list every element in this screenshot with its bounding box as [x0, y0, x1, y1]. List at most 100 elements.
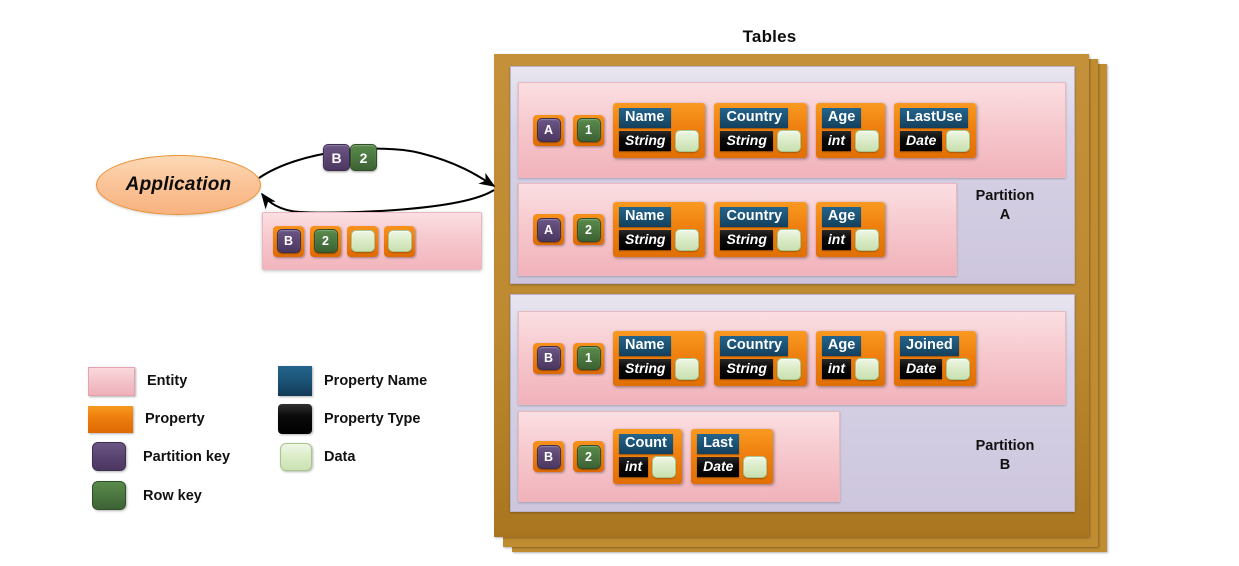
- property-type: String: [720, 230, 773, 250]
- request-partition-key-chip: B: [323, 144, 350, 171]
- data-cell[interactable]: [776, 129, 801, 152]
- data-cell[interactable]: [675, 229, 700, 251]
- legend: Entity Property Name Property Property T…: [88, 366, 488, 516]
- property-swatch-icon: [88, 405, 133, 433]
- property-box[interactable]: Count int: [613, 429, 683, 484]
- partition-b-label-line1: Partition: [975, 438, 1035, 454]
- returned-partition-key-chip: B: [276, 229, 301, 253]
- row-key-cell[interactable]: 2: [573, 441, 604, 472]
- data-cell[interactable]: [652, 456, 677, 478]
- property-name: Name: [619, 207, 671, 227]
- property-type: int: [821, 358, 852, 379]
- request-key-pair[interactable]: B 2: [323, 144, 377, 171]
- application-node[interactable]: Application: [96, 155, 261, 215]
- legend-item: Row key: [88, 481, 278, 510]
- property-name: Name: [619, 335, 671, 356]
- legend-label: Row key: [143, 487, 202, 504]
- legend-row: Partition key Data: [88, 442, 488, 471]
- request-row-key-chip: 2: [350, 144, 377, 171]
- row-key-cell[interactable]: 1: [573, 342, 604, 374]
- property-type-swatch-icon: [278, 404, 312, 434]
- data-cell[interactable]: [776, 229, 801, 251]
- property-box[interactable]: Joined Date: [894, 330, 977, 386]
- entity-swatch-icon: [88, 366, 135, 396]
- property-type: Date: [900, 130, 943, 151]
- returned-data-cell[interactable]: [347, 225, 378, 257]
- partition-key-swatch-icon: [92, 442, 126, 471]
- property-name: Country: [720, 107, 789, 128]
- data-cell: [350, 230, 375, 252]
- property-box[interactable]: Country String: [714, 330, 807, 386]
- entity-row[interactable]: A 1 Name String Country String Age int L…: [518, 82, 1066, 178]
- data-cell[interactable]: [675, 357, 700, 380]
- data-cell[interactable]: [855, 357, 880, 380]
- property-type: int: [821, 130, 852, 151]
- property-name: Age: [821, 107, 862, 128]
- property-box[interactable]: Name String: [613, 202, 706, 257]
- row-key-chip: 2: [576, 444, 601, 469]
- property-name: Joined: [900, 335, 959, 356]
- property-type: String: [619, 358, 672, 379]
- partition-key-cell[interactable]: B: [533, 441, 564, 472]
- property-box[interactable]: Age int: [815, 202, 886, 257]
- data-cell[interactable]: [855, 229, 880, 251]
- property-type: String: [619, 230, 672, 250]
- returned-entity-row[interactable]: B 2: [262, 212, 482, 270]
- legend-row: Row key: [88, 481, 488, 510]
- partition-key-chip: B: [536, 346, 561, 370]
- property-name: Country: [720, 335, 789, 356]
- property-box[interactable]: Name String: [613, 330, 706, 386]
- data-swatch-icon: [280, 442, 312, 471]
- property-name-swatch-icon: [278, 366, 312, 396]
- data-cell[interactable]: [946, 129, 971, 152]
- legend-item: Data: [278, 442, 356, 471]
- row-key-cell[interactable]: 1: [573, 114, 604, 146]
- partition-a-label-line2: A: [999, 207, 1011, 223]
- returned-partition-key-cell[interactable]: B: [273, 225, 304, 257]
- partition-a-label-line1: Partition: [975, 188, 1035, 204]
- property-name: Last: [697, 434, 739, 454]
- property-type: int: [821, 230, 852, 250]
- property-box[interactable]: LastUse Date: [894, 102, 977, 158]
- partition-a-label: Partition A: [950, 187, 1060, 225]
- data-cell[interactable]: [743, 456, 768, 478]
- entity-row[interactable]: B 2 Count int Last Date: [518, 411, 840, 502]
- row-key-swatch-icon: [92, 481, 126, 510]
- legend-label: Property Name: [324, 373, 428, 389]
- property-name: Country: [720, 207, 789, 227]
- property-box[interactable]: Country String: [714, 102, 807, 158]
- property-box[interactable]: Last Date: [691, 429, 774, 484]
- partition-key-cell[interactable]: A: [533, 214, 564, 245]
- partition-key-chip: B: [536, 444, 561, 469]
- property-name: Count: [619, 434, 673, 454]
- legend-label: Data: [324, 448, 356, 465]
- property-box[interactable]: Country String: [714, 202, 807, 257]
- partition-key-chip: A: [536, 118, 561, 142]
- property-box[interactable]: Age int: [815, 330, 886, 386]
- returned-data-cell[interactable]: [384, 225, 415, 257]
- legend-label: Partition key: [143, 448, 231, 465]
- data-cell[interactable]: [675, 129, 700, 152]
- row-key-chip: 2: [576, 217, 601, 242]
- data-cell[interactable]: [946, 357, 971, 380]
- entity-row[interactable]: B 1 Name String Country String Age int J…: [518, 311, 1066, 405]
- property-name: Name: [619, 107, 671, 128]
- legend-label: Property: [145, 411, 205, 427]
- entity-row[interactable]: A 2 Name String Country String Age int: [518, 183, 957, 276]
- returned-row-key-cell[interactable]: 2: [310, 225, 341, 257]
- page-title: Tables: [742, 27, 797, 46]
- partition-key-cell[interactable]: A: [533, 114, 564, 146]
- row-key-chip: 1: [576, 118, 601, 142]
- partition-b-label: Partition B: [950, 437, 1060, 475]
- data-cell[interactable]: [855, 129, 880, 152]
- partition-key-cell[interactable]: B: [533, 342, 564, 374]
- property-type: int: [619, 457, 649, 477]
- property-box[interactable]: Name String: [613, 102, 706, 158]
- data-cell[interactable]: [776, 357, 801, 380]
- row-key-cell[interactable]: 2: [573, 214, 604, 245]
- property-type: String: [720, 358, 773, 379]
- property-box[interactable]: Age int: [815, 102, 886, 158]
- property-type: Date: [900, 358, 943, 379]
- legend-item: Entity: [88, 366, 278, 396]
- property-name: Age: [821, 335, 862, 356]
